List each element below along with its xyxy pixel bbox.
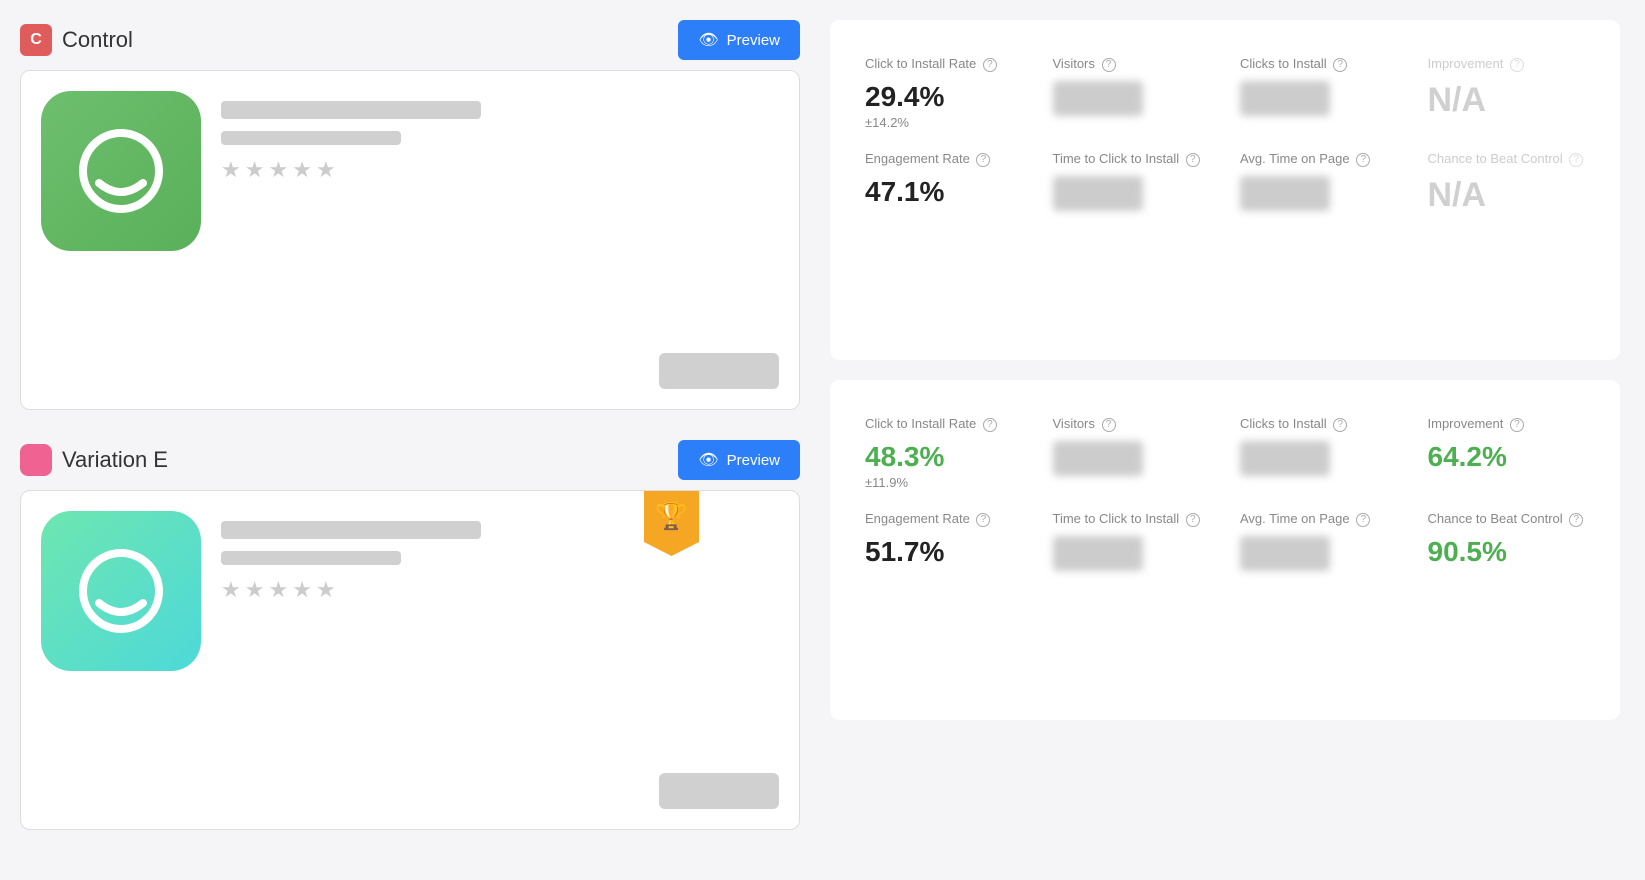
control-app-info: ★ ★ ★ ★ ★ [221, 91, 779, 183]
control-visitors-label: Visitors ? [1053, 55, 1211, 73]
vare-clicks-install-label: Clicks to Install ? [1240, 415, 1398, 433]
control-install-placeholder [659, 353, 779, 389]
vare-visitors-label: Visitors ? [1053, 415, 1211, 433]
vare-chance-beat-label: Chance to Beat Control ? [1428, 510, 1586, 528]
question-mark-icon-9: ? [983, 418, 997, 432]
vare-click-install-margin: ±11.9% [865, 475, 1023, 490]
control-click-install-value: 29.4% [865, 81, 1023, 113]
variation-e-swatch [20, 444, 52, 476]
control-preview-button[interactable]: 👁 Preview [678, 20, 800, 60]
control-chance-beat-value: N/A [1428, 176, 1586, 215]
question-mark-icon-12: ? [1510, 418, 1524, 432]
variation-e-subtitle-placeholder [221, 551, 401, 565]
question-mark-icon-5: ? [976, 153, 990, 167]
variation-e-label: Variation E [20, 444, 168, 476]
vare-clicks-blurred [1240, 441, 1330, 476]
control-visitors-blurred [1053, 81, 1143, 116]
vare-improvement-label: Improvement ? [1428, 415, 1586, 433]
vare-time-click-cell: Time to Click to Install ? [1038, 500, 1226, 581]
control-app-card: ★ ★ ★ ★ ★ [20, 70, 800, 410]
vare-engagement-cell: Engagement Rate ? 51.7% [850, 500, 1038, 581]
variation-e-app-card: 🏆 ★ ★ [20, 490, 800, 830]
control-engagement-cell: Engagement Rate ? 47.1% [850, 140, 1038, 225]
control-visitors-cell: Visitors ? [1038, 45, 1226, 140]
variation-e-preview-button[interactable]: 👁 Preview [678, 440, 800, 480]
control-clicks-blurred [1240, 81, 1330, 116]
control-improvement-value: N/A [1428, 81, 1586, 120]
control-clicks-install-cell: Clicks to Install ? [1225, 45, 1413, 140]
vare-chance-beat-cell: Chance to Beat Control ? 90.5% [1413, 500, 1601, 581]
question-mark-icon-8: ? [1569, 153, 1583, 167]
control-avg-time-cell: Avg. Time on Page ? [1225, 140, 1413, 225]
variations-column: C Control 👁 Preview [20, 20, 800, 860]
control-avg-blurred [1240, 176, 1330, 211]
vare-avg-blurred [1240, 536, 1330, 571]
trophy-badge: 🏆 [644, 490, 699, 556]
control-label: C Control [20, 24, 133, 56]
variation-e-install-placeholder [659, 773, 779, 809]
control-time-click-cell: Time to Click to Install ? [1038, 140, 1226, 225]
vare-improvement-cell: Improvement ? 64.2% [1413, 405, 1601, 500]
question-mark-icon-10: ? [1102, 418, 1116, 432]
question-mark-icon: ? [983, 58, 997, 72]
question-mark-icon-15: ? [1356, 513, 1370, 527]
vare-avg-time-label: Avg. Time on Page ? [1240, 510, 1398, 528]
control-chance-beat-label: Chance to Beat Control ? [1428, 150, 1586, 168]
control-clicks-install-label: Clicks to Install ? [1240, 55, 1398, 73]
question-mark-icon-3: ? [1333, 58, 1347, 72]
trophy-icon: 🏆 [655, 501, 687, 532]
vare-click-install-value: 48.3% [865, 441, 1023, 473]
vare-avg-time-cell: Avg. Time on Page ? [1225, 500, 1413, 581]
question-mark-icon-2: ? [1102, 58, 1116, 72]
control-click-install-cell: Click to Install Rate ? 29.4% ±14.2% [850, 45, 1038, 140]
vare-chance-beat-value: 90.5% [1428, 536, 1586, 568]
control-stars: ★ ★ ★ ★ ★ [221, 157, 779, 183]
vare-click-install-label: Click to Install Rate ? [865, 415, 1023, 433]
control-time-blurred [1053, 176, 1143, 211]
control-click-install-margin: ±14.2% [865, 115, 1023, 130]
control-improvement-label: Improvement ? [1428, 55, 1586, 73]
vare-clicks-install-cell: Clicks to Install ? [1225, 405, 1413, 500]
control-avg-time-label: Avg. Time on Page ? [1240, 150, 1398, 168]
question-mark-icon-14: ? [1186, 513, 1200, 527]
control-improvement-cell: Improvement ? N/A [1413, 45, 1601, 140]
vare-visitors-blurred [1053, 441, 1143, 476]
control-app-icon [41, 91, 201, 251]
vare-engagement-label: Engagement Rate ? [865, 510, 1023, 528]
vare-improvement-value: 64.2% [1428, 441, 1586, 473]
question-mark-icon-16: ? [1569, 513, 1583, 527]
question-mark-icon-4: ? [1510, 58, 1524, 72]
vare-time-blurred [1053, 536, 1143, 571]
vare-time-click-label: Time to Click to Install ? [1053, 510, 1211, 528]
vare-visitors-cell: Visitors ? [1038, 405, 1226, 500]
control-engagement-value: 47.1% [865, 176, 1023, 208]
question-mark-icon-11: ? [1333, 418, 1347, 432]
control-block: C Control 👁 Preview [20, 20, 800, 410]
control-chance-beat-cell: Chance to Beat Control ? N/A [1413, 140, 1601, 225]
variation-e-block: Variation E 👁 Preview 🏆 [20, 440, 800, 830]
control-title-placeholder [221, 101, 481, 119]
eye-icon-2: 👁 [698, 450, 718, 470]
question-mark-icon-13: ? [976, 513, 990, 527]
eye-icon: 👁 [698, 30, 718, 50]
variation-e-header: Variation E 👁 Preview [20, 440, 800, 480]
control-swatch: C [20, 24, 52, 56]
stats-column: Click to Install Rate ? 29.4% ±14.2% Vis… [830, 20, 1620, 860]
variation-e-stars: ★ ★ ★ ★ ★ [221, 577, 779, 603]
question-mark-icon-6: ? [1186, 153, 1200, 167]
control-subtitle-placeholder [221, 131, 401, 145]
variation-e-app-icon [41, 511, 201, 671]
vare-click-install-cell: Click to Install Rate ? 48.3% ±11.9% [850, 405, 1038, 500]
control-header: C Control 👁 Preview [20, 20, 800, 60]
variation-e-stats-panel: Click to Install Rate ? 48.3% ±11.9% Vis… [830, 380, 1620, 720]
control-time-click-label: Time to Click to Install ? [1053, 150, 1211, 168]
main-layout: C Control 👁 Preview [20, 20, 1620, 860]
control-click-install-label: Click to Install Rate ? [865, 55, 1023, 73]
control-engagement-label: Engagement Rate ? [865, 150, 1023, 168]
variation-e-title-placeholder [221, 521, 481, 539]
vare-engagement-value: 51.7% [865, 536, 1023, 568]
control-stats-panel: Click to Install Rate ? 29.4% ±14.2% Vis… [830, 20, 1620, 360]
question-mark-icon-7: ? [1356, 153, 1370, 167]
